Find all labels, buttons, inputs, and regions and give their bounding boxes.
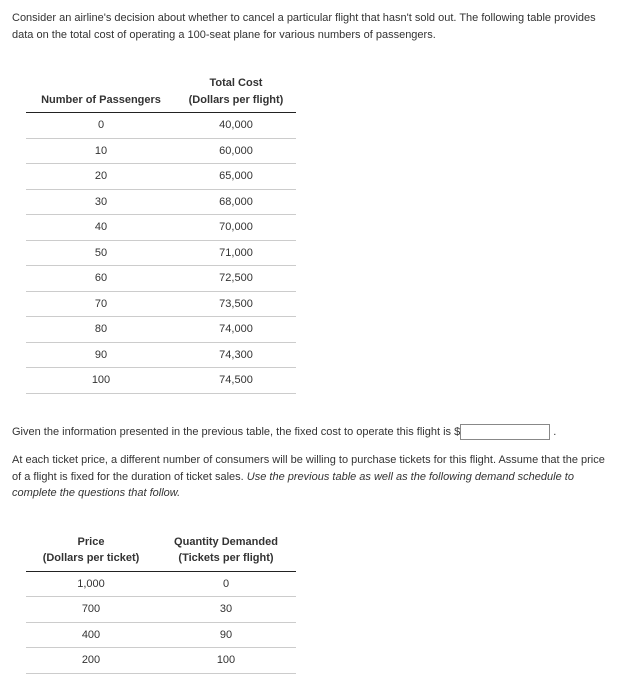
price-cell: 200 — [26, 648, 156, 674]
cost-header-line2: (Dollars per flight) — [189, 94, 284, 106]
col-header-price: Price (Dollars per ticket) — [26, 530, 156, 572]
demand-table: Price (Dollars per ticket) Quantity Dema… — [26, 530, 296, 674]
cost-cell: 70,000 — [176, 215, 296, 241]
table-row: 1060,000 — [26, 138, 296, 164]
passengers-cell: 30 — [26, 189, 176, 215]
fixed-cost-prefix: Given the information presented in the p… — [12, 426, 454, 438]
qty-cell: 0 — [156, 571, 296, 597]
table-row: 4070,000 — [26, 215, 296, 241]
table-row: 7073,500 — [26, 291, 296, 317]
table-row: 70030 — [26, 597, 296, 623]
table-row: 6072,500 — [26, 266, 296, 292]
passengers-cell: 60 — [26, 266, 176, 292]
col-header-passengers: Number of Passengers — [26, 71, 176, 113]
table-row: 040,000 — [26, 113, 296, 139]
table-row: 2065,000 — [26, 164, 296, 190]
qty-cell: 30 — [156, 597, 296, 623]
cost-cell: 71,000 — [176, 240, 296, 266]
qty-cell: 90 — [156, 622, 296, 648]
passengers-cell: 80 — [26, 317, 176, 343]
passengers-cell: 10 — [26, 138, 176, 164]
passengers-cell: 20 — [26, 164, 176, 190]
cost-cell: 65,000 — [176, 164, 296, 190]
cost-cell: 72,500 — [176, 266, 296, 292]
cost-cell: 73,500 — [176, 291, 296, 317]
passengers-cell: 90 — [26, 342, 176, 368]
demand-paragraph: At each ticket price, a different number… — [12, 452, 613, 502]
fixed-cost-prompt: Given the information presented in the p… — [12, 424, 613, 441]
cost-cell: 74,300 — [176, 342, 296, 368]
demand-table-body: 1,00007003040090200100 — [26, 571, 296, 673]
cost-cell: 74,000 — [176, 317, 296, 343]
fixed-cost-input[interactable] — [460, 424, 550, 440]
passengers-cell: 0 — [26, 113, 176, 139]
table-row: 5071,000 — [26, 240, 296, 266]
table-row: 8074,000 — [26, 317, 296, 343]
qty-header-line1: Quantity Demanded — [174, 536, 278, 548]
qty-header-line2: (Tickets per flight) — [178, 552, 273, 564]
cost-cell: 68,000 — [176, 189, 296, 215]
cost-cell: 74,500 — [176, 368, 296, 394]
cost-cell: 60,000 — [176, 138, 296, 164]
table-row: 10074,500 — [26, 368, 296, 394]
col-header-qty: Quantity Demanded (Tickets per flight) — [156, 530, 296, 572]
intro-paragraph: Consider an airline's decision about whe… — [12, 10, 613, 43]
price-cell: 700 — [26, 597, 156, 623]
price-cell: 400 — [26, 622, 156, 648]
passengers-cell: 50 — [26, 240, 176, 266]
cost-cell: 40,000 — [176, 113, 296, 139]
table-row: 1,0000 — [26, 571, 296, 597]
table-row: 40090 — [26, 622, 296, 648]
cost-table: Number of Passengers Total Cost (Dollars… — [26, 71, 296, 394]
col-header-cost: Total Cost (Dollars per flight) — [176, 71, 296, 113]
price-cell: 1,000 — [26, 571, 156, 597]
cost-header-line1: Total Cost — [210, 77, 263, 89]
price-header-line1: Price — [78, 536, 105, 548]
passengers-cell: 70 — [26, 291, 176, 317]
table-row: 3068,000 — [26, 189, 296, 215]
passengers-cell: 40 — [26, 215, 176, 241]
price-header-line2: (Dollars per ticket) — [43, 552, 140, 564]
qty-cell: 100 — [156, 648, 296, 674]
table-row: 9074,300 — [26, 342, 296, 368]
cost-table-body: 040,0001060,0002065,0003068,0004070,0005… — [26, 113, 296, 394]
passengers-cell: 100 — [26, 368, 176, 394]
table-row: 200100 — [26, 648, 296, 674]
fixed-cost-suffix: . — [550, 426, 556, 438]
